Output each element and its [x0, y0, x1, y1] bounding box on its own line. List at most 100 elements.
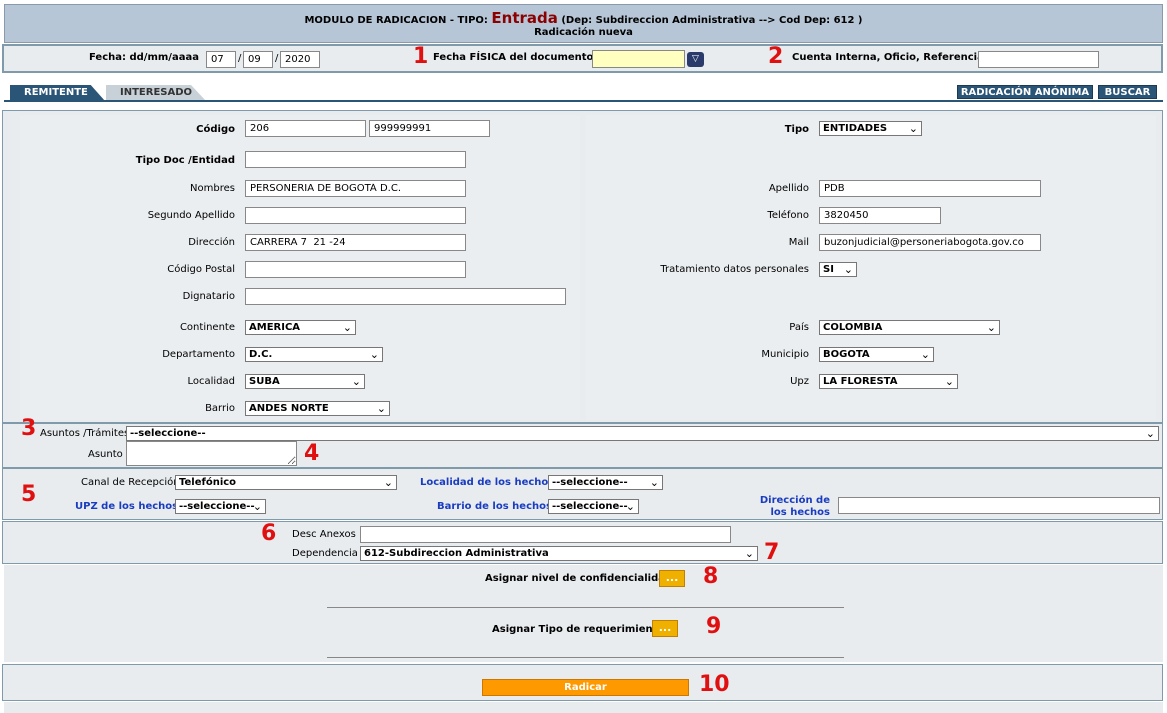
chevron-down-icon: ⌄ [649, 476, 659, 489]
departamento-select[interactable]: D.C. ⌄ [245, 347, 383, 362]
localidad-label: Localidad [187, 376, 235, 387]
marker-9: 9 [706, 614, 722, 639]
direccion-hechos-label-2: los hechos [770, 507, 830, 518]
barrio-select-value: ANDES NORTE [249, 403, 329, 414]
municipio-label: Municipio [761, 349, 809, 360]
chevron-down-icon: ⌄ [1145, 427, 1155, 440]
direccion-label: Dirección [188, 237, 235, 248]
pais-select[interactable]: COLOMBIA ⌄ [819, 320, 1000, 335]
marker-7: 7 [764, 540, 780, 565]
chevron-down-icon: ⌄ [986, 321, 996, 334]
segundo-apellido-input[interactable] [245, 207, 466, 224]
tab-interesado[interactable]: INTERESADO [106, 85, 192, 101]
chevron-down-icon: ⌄ [843, 263, 853, 276]
localidad-hechos-label: Localidad de los hechos [420, 477, 555, 488]
barrio-hechos-select[interactable]: --seleccione-- ⌄ [548, 499, 639, 514]
tipodoc-label: Tipo Doc /Entidad [135, 155, 235, 166]
tab-remitente[interactable]: REMITENTE [10, 85, 88, 101]
nombres-input[interactable] [245, 180, 466, 197]
tab-underline [4, 100, 1163, 102]
chevron-down-icon: ⌄ [252, 500, 262, 513]
fecha-day-input[interactable] [206, 51, 236, 68]
fecha-month-input[interactable] [243, 51, 273, 68]
mail-input[interactable] [819, 234, 1041, 251]
upz-hechos-label: UPZ de los hechos [75, 501, 179, 512]
fecha-label: Fecha: dd/mm/aaaa [89, 52, 199, 63]
marker-5: 5 [21, 482, 37, 507]
tipodoc-input[interactable] [245, 151, 466, 168]
barrio-hechos-select-value: --seleccione-- [552, 501, 628, 512]
tratamiento-label: Tratamiento datos personales [660, 264, 809, 275]
requerimiento-button[interactable]: ... [652, 620, 678, 637]
asuntos-select-value: --seleccione-- [130, 428, 206, 439]
footer-strip [4, 702, 1163, 713]
radicacion-anonima-button[interactable]: RADICACIÓN ANÓNIMA [957, 85, 1093, 99]
chevron-down-icon: ⌄ [376, 402, 386, 415]
departamento-select-value: D.C. [249, 349, 273, 360]
marker-10: 10 [699, 672, 730, 697]
desc-anexos-label: Desc Anexos [292, 529, 356, 540]
marker-1: 1 [413, 44, 429, 69]
pais-select-value: COLOMBIA [823, 322, 883, 333]
confidencialidad-button[interactable]: ... [659, 570, 685, 587]
chevron-down-icon: ⌄ [625, 500, 635, 513]
dependencia-select-value: 612-Subdireccion Administrativa [364, 548, 549, 559]
cuenta-input[interactable] [978, 51, 1099, 68]
fecha-fisica-input[interactable] [592, 50, 685, 68]
buscar-button[interactable]: BUSCAR [1098, 85, 1157, 99]
telefono-input[interactable] [819, 207, 941, 224]
desc-anexos-input[interactable] [360, 526, 731, 543]
calendar-dropdown-icon[interactable]: ▽ [687, 52, 704, 67]
direccion-input[interactable] [245, 234, 466, 251]
marker-2: 2 [768, 44, 784, 69]
radicar-button[interactable]: Radicar [482, 679, 689, 696]
marker-3: 3 [21, 416, 37, 441]
canal-label: Canal de Recepción [81, 477, 180, 488]
telefono-label: Teléfono [767, 210, 809, 221]
tratamiento-select-value: SI [823, 264, 834, 275]
fecha-sep-1: / [238, 53, 242, 64]
chevron-down-icon: ⌄ [342, 321, 352, 334]
header-subtitle: Radicación nueva [534, 27, 633, 38]
codigo-label: Código [196, 124, 235, 135]
codigo-postal-input[interactable] [245, 261, 466, 278]
continente-select[interactable]: AMERICA ⌄ [245, 320, 356, 335]
marker-4: 4 [304, 441, 320, 466]
departamento-label: Departamento [162, 349, 235, 360]
pais-label: País [789, 322, 809, 333]
dignatario-label: Dignatario [182, 291, 235, 302]
localidad-hechos-select[interactable]: --seleccione-- ⌄ [548, 475, 663, 490]
dignatario-input[interactable] [245, 288, 566, 305]
direccion-hechos-label-1: Dirección de [759, 495, 830, 506]
segundo-apellido-label: Segundo Apellido [147, 210, 235, 221]
tipo-label: Tipo [784, 124, 809, 135]
localidad-select[interactable]: SUBA ⌄ [245, 374, 365, 389]
tipo-select[interactable]: ENTIDADES ⌄ [819, 121, 922, 136]
direccion-hechos-input[interactable] [838, 497, 1160, 514]
dependencia-select[interactable]: 612-Subdireccion Administrativa ⌄ [360, 546, 758, 561]
barrio-hechos-label: Barrio de los hechos [437, 501, 552, 512]
barrio-select[interactable]: ANDES NORTE ⌄ [245, 401, 390, 416]
codigo-input-1[interactable] [245, 120, 366, 137]
divider-1 [327, 607, 844, 608]
fecha-year-input[interactable] [280, 51, 320, 68]
asuntos-label: Asuntos /Trámites [40, 428, 130, 439]
fecha-sep-2: / [275, 53, 279, 64]
upz-select[interactable]: LA FLORESTA ⌄ [819, 374, 958, 389]
upz-hechos-select[interactable]: --seleccione-- ⌄ [175, 499, 266, 514]
chevron-down-icon: ⌄ [920, 348, 930, 361]
asuntos-select[interactable]: --seleccione-- ⌄ [126, 426, 1159, 441]
requerimiento-label: Asignar Tipo de requerimiento: [492, 624, 669, 635]
canal-select[interactable]: Telefónico ⌄ [175, 475, 397, 490]
municipio-select[interactable]: BOGOTA ⌄ [819, 347, 934, 362]
chevron-down-icon: ⌄ [744, 547, 754, 560]
asunto-textarea[interactable] [126, 441, 297, 466]
apellido-input[interactable] [819, 180, 1041, 197]
codigo-postal-label: Código Postal [167, 264, 235, 275]
header-tipo: Entrada [491, 9, 558, 27]
tratamiento-select[interactable]: SI ⌄ [819, 262, 857, 277]
tipo-select-value: ENTIDADES [823, 123, 888, 134]
municipio-select-value: BOGOTA [823, 349, 870, 360]
codigo-input-2[interactable] [369, 120, 490, 137]
chevron-down-icon: ⌄ [944, 375, 954, 388]
